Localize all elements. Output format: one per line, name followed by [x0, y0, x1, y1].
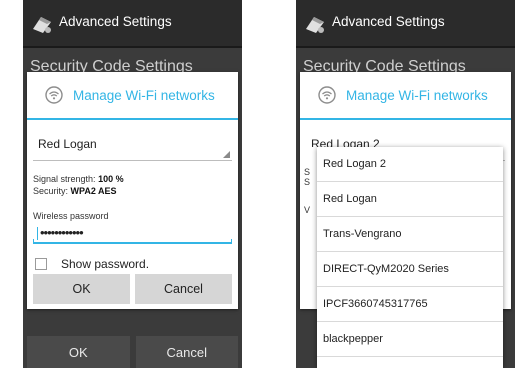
- dropdown-option[interactable]: Red Logan 2: [317, 147, 503, 182]
- network-spinner[interactable]: Red Logan: [33, 130, 232, 161]
- signal-strength-value: 100 %: [98, 174, 124, 184]
- security-label: Security:: [33, 186, 69, 196]
- background-ok-button[interactable]: OK: [27, 336, 130, 368]
- network-dropdown-list: Red Logan 2 Red Logan Trans-Vengrano DIR…: [317, 147, 503, 368]
- wireless-password-input[interactable]: ••••••••••••: [33, 225, 232, 244]
- background-button-bar: OK Cancel: [23, 336, 242, 368]
- dialog-title: Manage Wi-Fi networks: [346, 87, 488, 103]
- dropdown-option[interactable]: IPCF3660745317765: [317, 287, 503, 322]
- action-bar: Advanced Settings: [296, 0, 515, 48]
- action-bar-title: Advanced Settings: [332, 14, 445, 29]
- app-logo-icon: [33, 17, 51, 33]
- obscured-password-char: V: [304, 205, 311, 215]
- show-password-row[interactable]: Show password.: [35, 257, 238, 271]
- left-phone-screen: Advanced Settings Security Code Settings…: [23, 0, 242, 368]
- wireless-password-label: Wireless password: [33, 211, 109, 221]
- dialog-title: Manage Wi-Fi networks: [73, 87, 215, 103]
- spinner-dropdown-icon: [223, 151, 230, 158]
- dialog-cancel-button[interactable]: Cancel: [135, 274, 232, 304]
- dialog-title-bar: Manage Wi-Fi networks: [27, 72, 238, 120]
- wireless-password-value: ••••••••••••: [40, 225, 84, 240]
- dropdown-option[interactable]: Trans-Vengrano: [317, 217, 503, 252]
- dropdown-option[interactable]: DIRECT-QyM2020 Series: [317, 252, 503, 287]
- action-bar: Advanced Settings: [23, 0, 242, 48]
- wifi-settings-icon: [45, 86, 63, 104]
- dropdown-option[interactable]: Red Logan: [317, 182, 503, 217]
- wifi-settings-icon: [318, 86, 336, 104]
- text-cursor: [37, 227, 38, 240]
- network-info: Signal strength: 100 % Security: WPA2 AE…: [33, 173, 238, 197]
- obscured-security-char: S: [304, 177, 311, 187]
- dialog-ok-button[interactable]: OK: [33, 274, 130, 304]
- show-password-label: Show password.: [61, 257, 150, 271]
- dropdown-option[interactable]: blackpepper: [317, 322, 503, 357]
- security-value: WPA2 AES: [70, 186, 117, 196]
- show-password-checkbox[interactable]: [35, 258, 47, 270]
- app-logo-icon: [306, 17, 324, 33]
- action-bar-title: Advanced Settings: [59, 14, 172, 29]
- network-spinner-value: Red Logan: [38, 137, 97, 151]
- dialog-button-bar: OK Cancel: [33, 274, 232, 304]
- dialog-title-bar: Manage Wi-Fi networks: [300, 72, 511, 120]
- obscured-signal-char: S: [304, 167, 311, 177]
- obscured-dialog-strip: S S V: [300, 147, 317, 307]
- manage-wifi-dialog: Manage Wi-Fi networks Red Logan Signal s…: [27, 72, 238, 309]
- background-cancel-button[interactable]: Cancel: [135, 336, 238, 368]
- signal-strength-label: Signal strength:: [33, 174, 96, 184]
- right-phone-screen: Advanced Settings Security Code Settings…: [296, 0, 515, 368]
